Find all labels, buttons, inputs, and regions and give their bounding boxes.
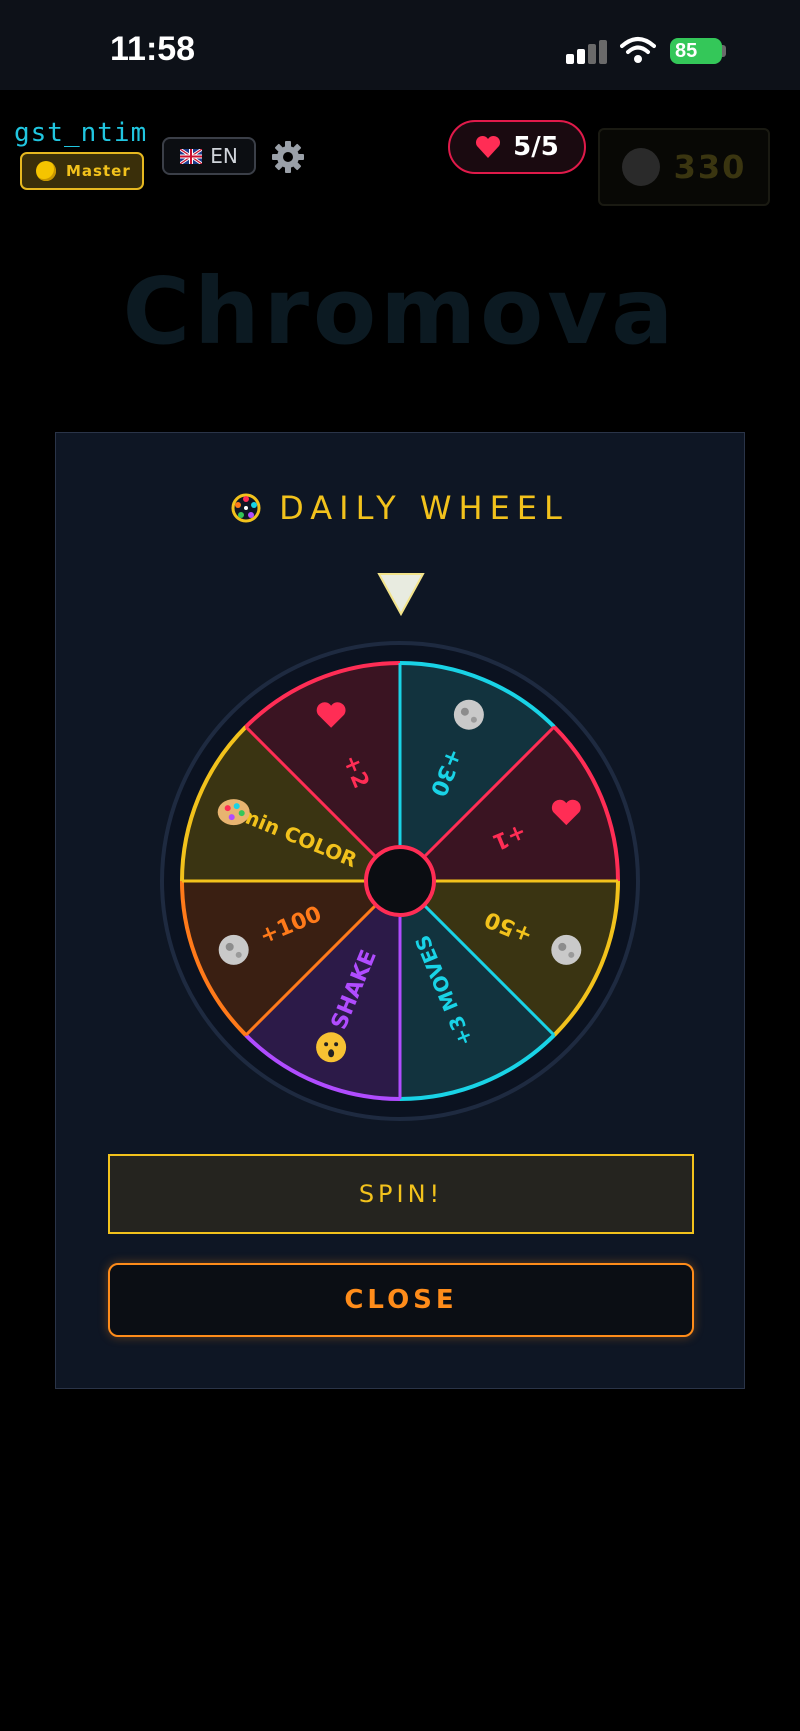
daily-wheel-modal: DAILY WHEEL +30 +1 +50 +3 MOVES SHAKE +100 2mi…: [55, 432, 745, 1389]
status-bar: 11:58 85: [0, 0, 800, 90]
spin-button[interactable]: SPIN!: [108, 1154, 694, 1234]
battery-icon: 85: [670, 38, 722, 64]
wheel-hub: [364, 845, 436, 917]
modal-header: DAILY WHEEL: [56, 489, 744, 527]
lives-value: 5/5: [513, 132, 559, 162]
coins-counter[interactable]: 330: [598, 128, 770, 206]
username[interactable]: gst_ntim: [14, 118, 147, 148]
coins-value: 330: [673, 148, 747, 186]
rank-label: Master: [66, 162, 131, 180]
moon-icon: [551, 934, 582, 965]
moon-icon: [218, 934, 249, 965]
battery-level: 85: [675, 39, 698, 62]
uk-flag-icon: [180, 148, 203, 164]
palette-icon: [217, 799, 250, 826]
wheel-pointer-icon: [377, 573, 425, 617]
moon-coin-icon: [621, 148, 660, 186]
color-wheel-icon: [231, 493, 261, 523]
lives-counter[interactable]: 5/5: [448, 120, 586, 174]
gear-icon[interactable]: [270, 139, 306, 175]
close-button[interactable]: CLOSE: [108, 1263, 694, 1337]
status-time: 11:58: [110, 30, 196, 68]
rank-coin-icon: [36, 161, 56, 181]
heart-icon: [476, 135, 501, 158]
wifi-icon: [620, 37, 656, 63]
battery-tip: [722, 45, 726, 57]
prize-wheel[interactable]: +30+1+50+3 MOVESSHAKE+1002min COLOR+2: [160, 641, 640, 1121]
modal-title: DAILY WHEEL: [279, 489, 569, 527]
language-button[interactable]: EN: [162, 137, 256, 175]
shake-face-icon: [316, 1032, 347, 1063]
moon-icon: [453, 699, 484, 730]
signal-icon: [566, 40, 607, 64]
language-label: EN: [210, 144, 238, 168]
game-logo-title: Chromova: [122, 258, 678, 365]
rank-badge[interactable]: Master: [20, 152, 144, 190]
